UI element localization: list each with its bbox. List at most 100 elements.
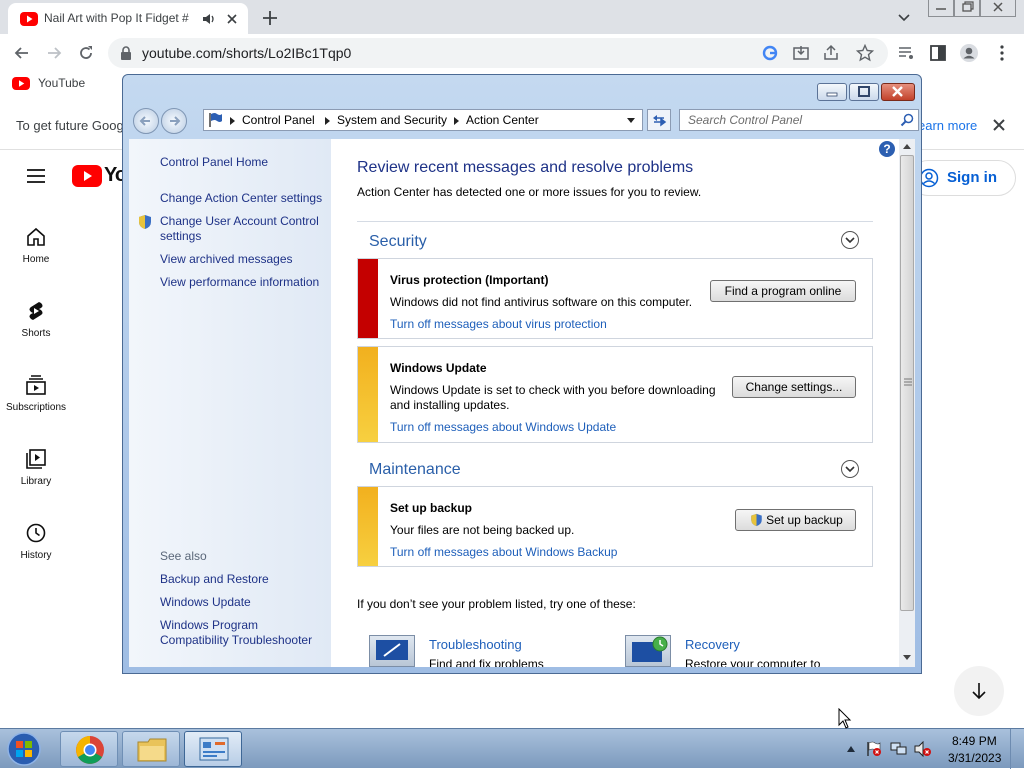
breadcrumb[interactable]: Control Panel System and Security Action… [203, 109, 643, 131]
side-panel-icon[interactable] [928, 43, 948, 63]
profile-avatar-icon[interactable] [959, 43, 979, 63]
crumb-control-panel[interactable]: Control Panel [242, 113, 315, 127]
recovery-item[interactable]: Recovery Restore your computer to [625, 627, 865, 667]
clock-date[interactable]: 3/31/2023 [948, 751, 1001, 765]
link-backup-and-restore[interactable]: Backup and Restore [160, 572, 326, 587]
hamburger-menu-icon[interactable] [26, 168, 46, 184]
minimize-button[interactable] [928, 0, 954, 17]
nav-home[interactable]: Home [0, 226, 72, 265]
collapse-security-button[interactable] [841, 231, 859, 249]
taskbar-explorer[interactable] [122, 731, 180, 767]
tab-search-chevron-icon[interactable] [896, 9, 912, 25]
dropdown-arrow-icon[interactable] [626, 117, 636, 125]
scroll-up-icon[interactable] [902, 143, 912, 151]
main-content: Review recent messages and resolve probl… [331, 139, 899, 667]
turn-off-update-messages-link[interactable]: Turn off messages about Windows Update [390, 420, 616, 434]
help-icon[interactable]: ? [879, 141, 895, 157]
speaker-muted-icon[interactable] [914, 741, 932, 757]
nav-shorts[interactable]: Shorts [0, 300, 72, 339]
nav-subscriptions[interactable]: Subscriptions [0, 374, 72, 413]
set-up-backup-button[interactable]: Set up backup [735, 509, 856, 531]
next-video-button[interactable] [954, 666, 1004, 716]
account-circle-icon [919, 168, 939, 188]
search-input[interactable]: Search Control Panel [688, 113, 802, 127]
window-maximize-button[interactable] [849, 83, 879, 101]
youtube-favicon-icon [20, 12, 38, 26]
link-view-archived-messages[interactable]: View archived messages [160, 252, 326, 267]
back-button[interactable] [133, 108, 159, 134]
grip-icon [904, 378, 912, 386]
collapse-maintenance-button[interactable] [841, 460, 859, 478]
turn-off-backup-messages-link[interactable]: Turn off messages about Windows Backup [390, 545, 617, 559]
back-arrow-icon[interactable] [12, 43, 32, 63]
reload-icon[interactable] [76, 43, 96, 63]
speaker-icon[interactable] [202, 12, 216, 26]
start-button[interactable] [4, 731, 44, 767]
forward-button[interactable] [161, 108, 187, 134]
show-hidden-icons-icon[interactable] [846, 745, 856, 753]
link-compatibility-troubleshooter[interactable]: Windows Program Compatibility Troublesho… [160, 618, 326, 648]
search-box[interactable]: Search Control Panel [679, 109, 919, 131]
learn-more-link[interactable]: earn more [918, 118, 977, 133]
media-controls-icon[interactable] [896, 43, 916, 63]
button-label: Set up backup [766, 513, 843, 527]
scroll-down-icon[interactable] [902, 653, 912, 661]
status-stripe-yellow [358, 347, 378, 442]
sign-in-button[interactable]: Sign in [910, 160, 1016, 196]
windows-logo-icon [7, 732, 41, 766]
address-bar[interactable]: youtube.com/shorts/Lo2IBc1Tqp0 [108, 38, 888, 68]
troubleshooting-title[interactable]: Troubleshooting [429, 637, 522, 652]
link-control-panel-home[interactable]: Control Panel Home [160, 155, 326, 170]
new-tab-icon[interactable] [260, 8, 280, 28]
action-center-flag-icon[interactable] [866, 741, 882, 757]
forward-arrow-icon[interactable] [44, 43, 64, 63]
crumb-action-center[interactable]: Action Center [466, 113, 539, 127]
tab-close-icon[interactable] [224, 11, 240, 27]
search-icon[interactable] [900, 113, 914, 127]
link-view-performance-info[interactable]: View performance information [160, 275, 326, 290]
close-icon[interactable] [992, 118, 1006, 132]
troubleshooting-item[interactable]: Troubleshooting Find and fix problems [369, 627, 609, 667]
vertical-scrollbar[interactable] [899, 139, 915, 667]
change-settings-button[interactable]: Change settings... [732, 376, 856, 398]
link-windows-update[interactable]: Windows Update [160, 595, 326, 610]
window-minimize-button[interactable] [817, 83, 847, 101]
find-program-online-button[interactable]: Find a program online [710, 280, 856, 302]
lock-icon[interactable] [120, 46, 132, 60]
recovery-title[interactable]: Recovery [685, 637, 740, 652]
turn-off-virus-messages-link[interactable]: Turn off messages about virus protection [390, 317, 607, 331]
network-icon[interactable] [890, 741, 908, 757]
restore-button[interactable] [954, 0, 980, 17]
bookmark-star-icon[interactable] [856, 44, 874, 62]
clock-time[interactable]: 8:49 PM [952, 734, 997, 748]
nav-history[interactable]: History [0, 522, 72, 561]
refresh-button[interactable] [647, 109, 671, 131]
show-desktop-button[interactable] [1010, 729, 1024, 769]
browser-tab[interactable]: Nail Art with Pop It Fidget # [8, 3, 248, 34]
section-security-title[interactable]: Security [369, 233, 427, 251]
bookmark-youtube[interactable]: YouTube [12, 76, 85, 90]
link-change-uac-settings[interactable]: Change User Account Control settings [160, 214, 326, 244]
share-icon[interactable] [822, 44, 840, 62]
page-subtitle: Action Center has detected one or more i… [357, 185, 702, 199]
nav-library[interactable]: Library [0, 448, 72, 487]
scrollbar-thumb[interactable] [900, 155, 914, 611]
chrome-toolbar: youtube.com/shorts/Lo2IBc1Tqp0 [0, 34, 1024, 72]
home-icon [27, 227, 45, 246]
nav-label: Library [20, 476, 52, 487]
taskbar-control-panel[interactable] [184, 731, 242, 767]
kebab-menu-icon[interactable] [992, 43, 1012, 63]
chevron-right-icon[interactable] [453, 116, 461, 126]
chevron-right-icon[interactable] [324, 116, 332, 126]
url-text[interactable]: youtube.com/shorts/Lo2IBc1Tqp0 [142, 45, 351, 61]
youtube-logo[interactable]: Yo [72, 164, 127, 187]
chevron-right-icon[interactable] [229, 116, 237, 126]
close-button[interactable] [980, 0, 1016, 17]
section-maintenance-title[interactable]: Maintenance [369, 461, 461, 479]
crumb-system-security[interactable]: System and Security [337, 113, 447, 127]
taskbar-chrome[interactable] [60, 731, 118, 767]
window-close-button[interactable] [881, 83, 915, 101]
google-icon[interactable] [762, 45, 778, 61]
link-change-action-center-settings[interactable]: Change Action Center settings [160, 191, 326, 206]
install-app-icon[interactable] [792, 44, 810, 62]
